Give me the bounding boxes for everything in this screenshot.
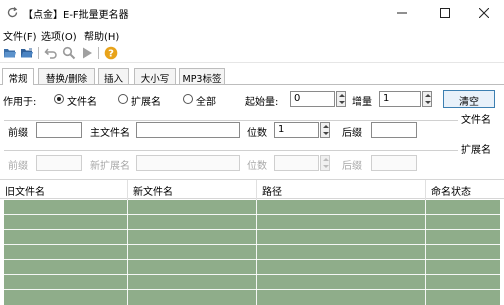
undo-icon[interactable] bbox=[44, 46, 58, 60]
close-button[interactable] bbox=[464, 0, 504, 26]
column-path[interactable]: 路径 bbox=[262, 183, 282, 198]
radio-all[interactable] bbox=[183, 94, 193, 104]
ext-prefix-input[interactable] bbox=[36, 155, 82, 171]
ext-suffix-label: 后缀 bbox=[342, 161, 362, 172]
radio-filename[interactable] bbox=[54, 94, 64, 104]
title-bar: 【点金】E-F批量更名器 bbox=[0, 0, 504, 26]
start-value-label: 起始量: bbox=[245, 97, 279, 108]
step-input[interactable]: 1 bbox=[379, 91, 421, 107]
preview-icon[interactable] bbox=[62, 46, 76, 60]
grid-row-line bbox=[4, 289, 500, 290]
tab-replace-delete[interactable]: 替换/删除 bbox=[38, 68, 95, 85]
prefix-label: 前缀 bbox=[8, 128, 28, 139]
extension-group-border bbox=[4, 150, 458, 151]
refresh-arrow-icon bbox=[6, 6, 19, 19]
radio-extension-label[interactable]: 扩展名 bbox=[131, 93, 161, 108]
column-divider[interactable] bbox=[425, 180, 426, 200]
clear-button[interactable]: 清空 bbox=[443, 90, 495, 108]
toolbar: ? bbox=[0, 43, 504, 63]
extension-group-title: 扩展名 bbox=[461, 145, 491, 156]
grid-row-line bbox=[4, 229, 500, 230]
ext-digits-input[interactable] bbox=[274, 155, 319, 171]
radio-extension[interactable] bbox=[118, 94, 128, 104]
main-name-input[interactable] bbox=[136, 122, 240, 138]
file-list-body[interactable] bbox=[4, 200, 500, 305]
digits-spinner[interactable] bbox=[320, 122, 330, 138]
ext-digits-label: 位数 bbox=[247, 161, 267, 172]
new-extension-input[interactable] bbox=[136, 155, 240, 171]
column-new-name[interactable]: 新文件名 bbox=[133, 183, 173, 198]
digits-input[interactable]: 1 bbox=[274, 122, 319, 138]
column-divider[interactable] bbox=[127, 180, 128, 200]
column-old-name[interactable]: 旧文件名 bbox=[5, 183, 45, 198]
menu-bar: 文件(F) 选项(O) 帮助(H) bbox=[0, 26, 504, 43]
column-status[interactable]: 命名状态 bbox=[431, 183, 471, 198]
ext-prefix-label: 前缀 bbox=[8, 161, 28, 172]
prefix-input[interactable] bbox=[36, 122, 82, 138]
toolbar-separator bbox=[98, 47, 99, 59]
tab-mp3-tags[interactable]: MP3标签 bbox=[179, 68, 225, 85]
run-icon[interactable] bbox=[80, 46, 94, 60]
suffix-label: 后缀 bbox=[342, 128, 362, 139]
column-divider[interactable] bbox=[256, 180, 257, 200]
grid-row-line bbox=[4, 244, 500, 245]
options-row: 作用于: 文件名 扩展名 全部 起始量: 0 增量 1 清空 bbox=[0, 87, 504, 111]
menu-help[interactable]: 帮助(H) bbox=[84, 28, 119, 43]
minimize-button[interactable] bbox=[382, 0, 422, 26]
new-extension-label: 新扩展名 bbox=[90, 161, 130, 172]
tab-insert[interactable]: 插入 bbox=[98, 68, 129, 85]
menu-options[interactable]: 选项(O) bbox=[41, 28, 77, 43]
close-icon bbox=[479, 8, 489, 18]
step-spinner[interactable] bbox=[422, 91, 432, 107]
filename-group-title: 文件名 bbox=[461, 115, 491, 126]
maximize-button[interactable] bbox=[425, 0, 465, 26]
window-title: 【点金】E-F批量更名器 bbox=[23, 10, 129, 21]
minimize-icon bbox=[397, 12, 407, 14]
radio-all-label[interactable]: 全部 bbox=[196, 93, 216, 108]
tab-case[interactable]: 大小写 bbox=[134, 68, 176, 85]
main-name-label: 主文件名 bbox=[90, 128, 130, 139]
open-folder-icon[interactable] bbox=[3, 46, 17, 60]
grid-row-line bbox=[4, 259, 500, 260]
suffix-input[interactable] bbox=[371, 122, 417, 138]
file-list[interactable]: 旧文件名 新文件名 路径 命名状态 bbox=[0, 179, 504, 305]
digits-label: 位数 bbox=[247, 128, 267, 139]
filename-group-border bbox=[4, 120, 458, 121]
menu-file[interactable]: 文件(F) bbox=[3, 28, 37, 43]
tab-divider bbox=[0, 84, 504, 85]
ext-digits-spinner[interactable] bbox=[320, 155, 330, 171]
toolbar-separator bbox=[38, 47, 39, 59]
file-list-header: 旧文件名 新文件名 路径 命名状态 bbox=[0, 179, 504, 200]
step-label: 增量 bbox=[352, 97, 372, 108]
grid-row-line bbox=[4, 274, 500, 275]
svg-text:?: ? bbox=[108, 49, 114, 60]
grid-row-line bbox=[4, 214, 500, 215]
maximize-icon bbox=[440, 8, 450, 18]
help-icon[interactable]: ? bbox=[104, 46, 118, 60]
tab-general[interactable]: 常规 bbox=[2, 68, 34, 85]
tab-strip: 常规 替换/删除 插入 大小写 MP3标签 bbox=[0, 68, 504, 85]
start-value-spinner[interactable] bbox=[336, 91, 346, 107]
start-value-input[interactable]: 0 bbox=[290, 91, 335, 107]
save-icon[interactable] bbox=[20, 46, 34, 60]
ext-suffix-input[interactable] bbox=[371, 155, 417, 171]
radio-filename-label[interactable]: 文件名 bbox=[67, 93, 97, 108]
apply-to-label: 作用于: bbox=[3, 97, 37, 108]
